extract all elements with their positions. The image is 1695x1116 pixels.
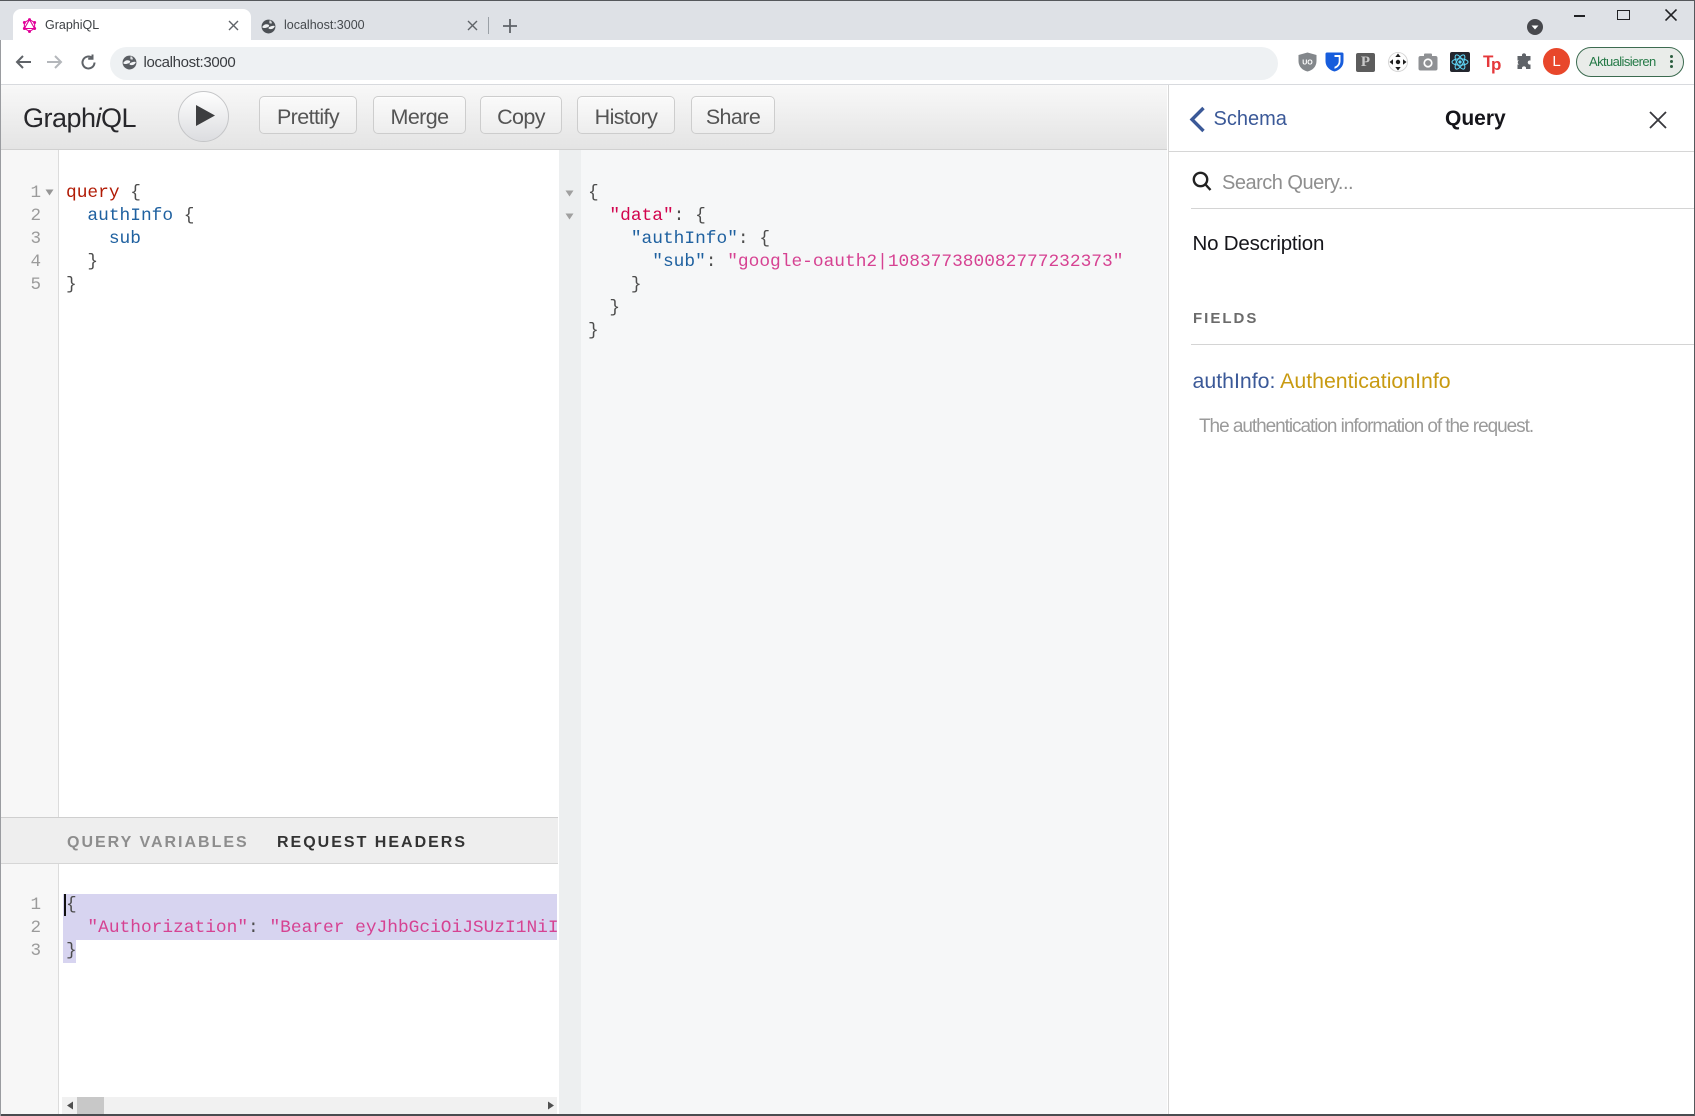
svg-text:UO: UO bbox=[1302, 60, 1313, 67]
